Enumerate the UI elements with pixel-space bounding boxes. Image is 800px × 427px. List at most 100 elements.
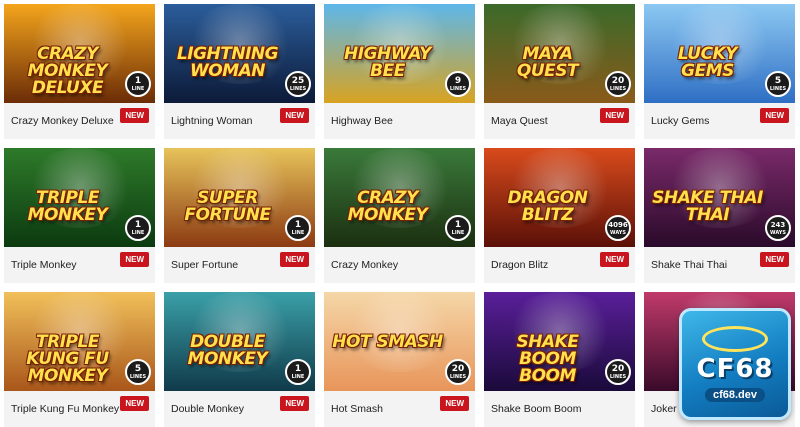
game-card-6[interactable]: Triple monkey 1 LINE Triple Monkey NEW xyxy=(4,148,155,283)
lines-badge: 243 WAYS xyxy=(765,215,791,241)
game-card-11[interactable]: TRIPLE KUNG FU MONKEY 5 LINES Triple Kun… xyxy=(4,292,155,427)
game-thumbnail[interactable]: LUCKY GEMS 5 LINES xyxy=(644,4,795,103)
game-thumbnail[interactable]: LIGHTNING WOMAN 25 LINES xyxy=(164,4,315,103)
lines-unit: LINES xyxy=(129,373,147,380)
game-meta: Highway Bee xyxy=(324,103,475,139)
game-title[interactable]: Dragon Blitz xyxy=(491,259,548,271)
game-title[interactable]: Hot Smash xyxy=(331,403,383,415)
game-title[interactable]: Shake Thai Thai xyxy=(651,259,727,271)
game-card-2[interactable]: LIGHTNING WOMAN 25 LINES Lightning Woman… xyxy=(164,4,315,139)
new-badge: NEW xyxy=(760,251,789,267)
lines-count: 25 xyxy=(291,75,305,86)
game-meta: Triple Kung Fu Monkey NEW xyxy=(4,391,155,427)
game-title[interactable]: Super Fortune xyxy=(171,259,238,271)
logo-ring-icon xyxy=(702,326,768,352)
lines-count: 1 xyxy=(294,363,302,374)
game-thumbnail[interactable]: Hot Smash 20 LINES xyxy=(324,292,475,391)
game-meta: Crazy Monkey Deluxe NEW xyxy=(4,103,155,139)
game-card-7[interactable]: SUPER FORTUNE 1 LINE Super Fortune NEW xyxy=(164,148,315,283)
lines-unit: LINE xyxy=(131,229,145,236)
game-logo-text: Hot Smash xyxy=(332,332,443,352)
lines-badge: 4096 WAYS xyxy=(605,215,631,241)
game-logo-text: MAYA QUEST xyxy=(516,44,579,81)
game-title[interactable]: Lucky Gems xyxy=(651,115,709,127)
game-meta: Hot Smash NEW xyxy=(324,391,475,427)
game-card-1[interactable]: CRAZY MONKEY Deluxe 1 LINE Crazy Monkey … xyxy=(4,4,155,139)
lines-count: 20 xyxy=(611,363,625,374)
lines-unit: LINES xyxy=(769,85,787,92)
game-title[interactable]: Maya Quest xyxy=(491,115,548,127)
lines-badge: 1 LINE xyxy=(125,215,151,241)
game-title[interactable]: Triple Monkey xyxy=(11,259,77,271)
lines-unit: LINE xyxy=(291,229,305,236)
lines-badge: 1 LINE xyxy=(285,215,311,241)
new-badge: NEW xyxy=(120,107,149,123)
lines-unit: WAYS xyxy=(770,229,786,236)
lines-unit: LINE xyxy=(131,85,145,92)
lines-unit: WAYS xyxy=(610,229,626,236)
game-logo-text: SUPER FORTUNE xyxy=(184,188,271,225)
lines-badge: 1 LINE xyxy=(445,215,471,241)
game-thumbnail[interactable]: Triple monkey 1 LINE xyxy=(4,148,155,247)
game-card-4[interactable]: MAYA QUEST 20 LINES Maya Quest NEW xyxy=(484,4,635,139)
game-card-5[interactable]: LUCKY GEMS 5 LINES Lucky Gems NEW xyxy=(644,4,795,139)
game-card-12[interactable]: DOUBLE MONKEY 1 LINE Double Monkey NEW xyxy=(164,292,315,427)
game-meta: Double Monkey NEW xyxy=(164,391,315,427)
game-thumbnail[interactable]: DOUBLE MONKEY 1 LINE xyxy=(164,292,315,391)
game-card-13[interactable]: Hot Smash 20 LINES Hot Smash NEW xyxy=(324,292,475,427)
game-thumbnail[interactable]: MAYA QUEST 20 LINES xyxy=(484,4,635,103)
lines-count: 5 xyxy=(134,363,142,374)
game-thumbnail[interactable]: CRAZY MONKEY 1 LINE xyxy=(324,148,475,247)
lines-count: 1 xyxy=(134,75,142,86)
game-card-9[interactable]: DRAGON BLITZ 4096 WAYS Dragon Blitz NEW xyxy=(484,148,635,283)
lines-count: 20 xyxy=(611,75,625,86)
game-thumbnail[interactable]: CRAZY MONKEY Deluxe 1 LINE xyxy=(4,4,155,103)
game-grid: CRAZY MONKEY Deluxe 1 LINE Crazy Monkey … xyxy=(4,4,795,427)
lines-count: 4096 xyxy=(608,220,628,229)
lines-badge: 5 LINES xyxy=(125,359,151,385)
brand-domain: cf68.dev xyxy=(704,388,766,402)
game-title[interactable]: Lightning Woman xyxy=(171,115,253,127)
lines-count: 9 xyxy=(454,75,462,86)
game-meta: Dragon Blitz NEW xyxy=(484,247,635,283)
lines-count: 243 xyxy=(770,220,786,229)
game-logo-text: DRAGON BLITZ xyxy=(507,188,589,225)
game-meta: Lucky Gems NEW xyxy=(644,103,795,139)
new-badge: NEW xyxy=(760,107,789,123)
game-thumbnail[interactable]: SUPER FORTUNE 1 LINE xyxy=(164,148,315,247)
new-badge: NEW xyxy=(600,107,629,123)
new-badge: NEW xyxy=(280,251,309,267)
game-title[interactable]: Shake Boom Boom xyxy=(491,403,581,415)
lines-count: 1 xyxy=(454,219,462,230)
game-card-14[interactable]: SHAKE Boom Boom 20 LINES Shake Boom Boom xyxy=(484,292,635,427)
game-meta: Crazy Monkey xyxy=(324,247,475,283)
game-title[interactable]: Double Monkey xyxy=(171,403,244,415)
lines-unit: LINES xyxy=(449,85,467,92)
lines-badge: 5 LINES xyxy=(765,71,791,97)
game-card-3[interactable]: HIGHWAY BEE 9 LINES Highway Bee xyxy=(324,4,475,139)
game-meta: Super Fortune NEW xyxy=(164,247,315,283)
game-meta: Triple Monkey NEW xyxy=(4,247,155,283)
game-thumbnail[interactable]: HIGHWAY BEE 9 LINES xyxy=(324,4,475,103)
cf68-watermark-logo: CF68 cf68.dev xyxy=(679,308,791,420)
game-thumbnail[interactable]: shake thai thai 243 WAYS xyxy=(644,148,795,247)
new-badge: NEW xyxy=(440,395,469,411)
game-card-10[interactable]: shake thai thai 243 WAYS Shake Thai Thai… xyxy=(644,148,795,283)
game-logo-text: LUCKY GEMS xyxy=(677,44,738,81)
game-title[interactable]: Highway Bee xyxy=(331,115,393,127)
lines-badge: 20 LINES xyxy=(605,359,631,385)
lines-count: 5 xyxy=(774,75,782,86)
game-logo-text: shake thai thai xyxy=(652,188,763,225)
game-thumbnail[interactable]: DRAGON BLITZ 4096 WAYS xyxy=(484,148,635,247)
game-title[interactable]: Crazy Monkey Deluxe xyxy=(11,115,114,127)
lines-badge: 1 LINE xyxy=(125,71,151,97)
lines-unit: LINES xyxy=(609,85,627,92)
game-thumbnail[interactable]: TRIPLE KUNG FU MONKEY 5 LINES xyxy=(4,292,155,391)
lines-count: 1 xyxy=(134,219,142,230)
game-title[interactable]: Crazy Monkey xyxy=(331,259,398,271)
game-title[interactable]: Triple Kung Fu Monkey xyxy=(11,403,119,415)
lines-unit: LINES xyxy=(609,373,627,380)
game-meta: Lightning Woman NEW xyxy=(164,103,315,139)
game-thumbnail[interactable]: SHAKE Boom Boom 20 LINES xyxy=(484,292,635,391)
game-card-8[interactable]: CRAZY MONKEY 1 LINE Crazy Monkey xyxy=(324,148,475,283)
